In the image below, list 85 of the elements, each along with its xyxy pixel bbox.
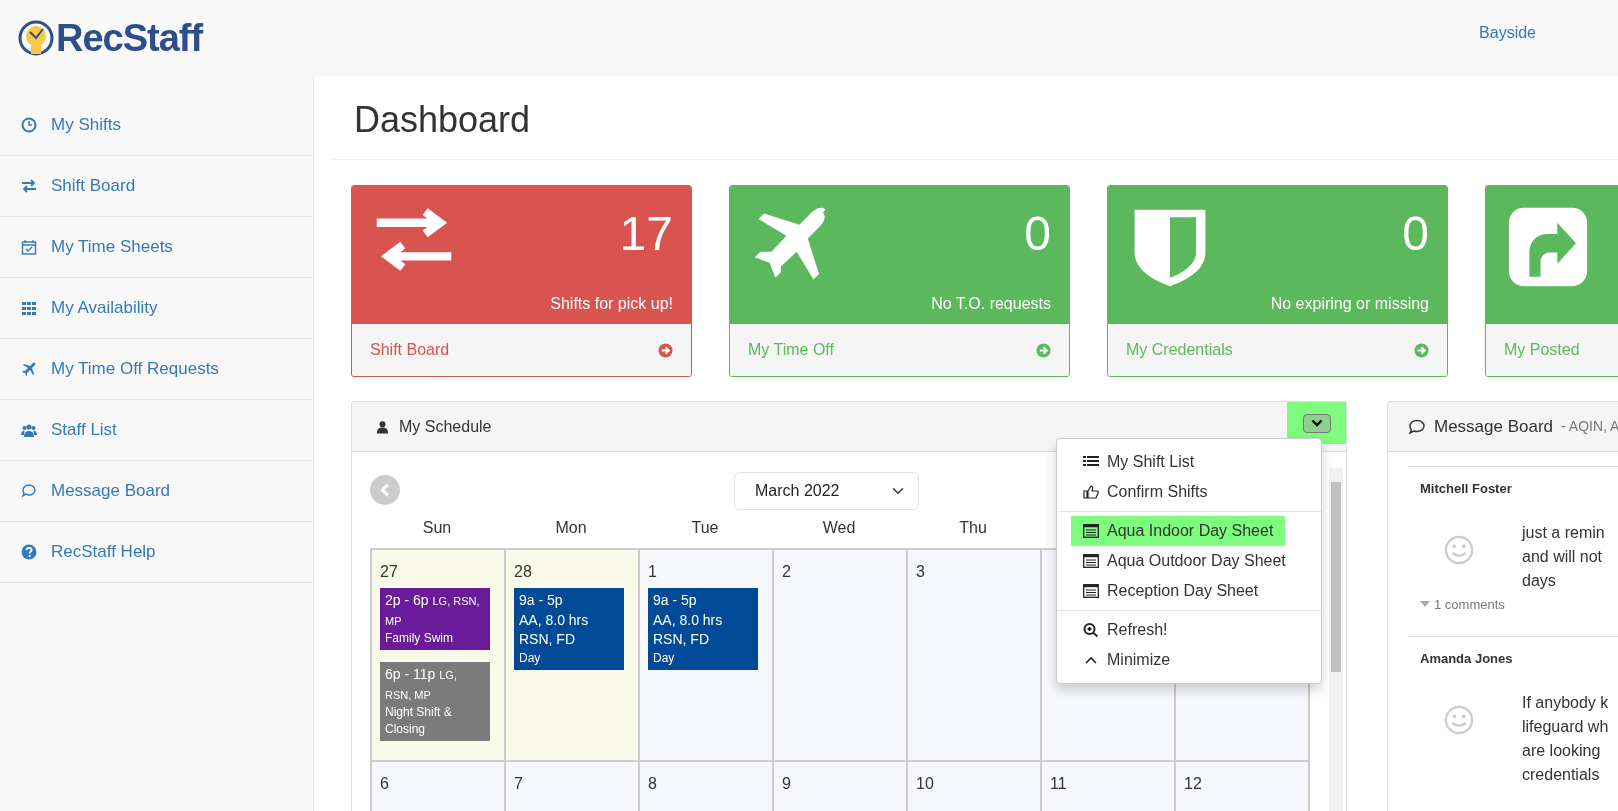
thumbs-up-icon <box>1083 485 1099 500</box>
stat-caption: No T.O. requests <box>931 294 1051 315</box>
menu-item[interactable]: My Shift List <box>1071 447 1207 478</box>
panel-title: Message Board <box>1434 415 1554 438</box>
day-number: 3 <box>916 562 925 583</box>
menu-item[interactable]: Refresh! <box>1071 615 1180 646</box>
logo-icon <box>18 20 54 56</box>
calendar-day-cell[interactable]: 8 <box>640 762 774 811</box>
arrow-circle-icon <box>658 343 673 359</box>
previous-month-button[interactable] <box>370 475 400 506</box>
shift-event[interactable]: 2p - 6p LG, RSN, MP Family Swim <box>380 588 490 651</box>
day-number: 1 <box>648 562 657 583</box>
chevron-left-icon <box>380 483 390 498</box>
smiley-avatar-icon <box>1444 704 1474 735</box>
weekday-header: Sun <box>421 518 453 539</box>
calendar-day-cell[interactable]: 28 9a - 5p AA, 8.0 hrs RSN, FD Day <box>506 550 640 763</box>
calendar-day-cell[interactable]: 3 <box>908 550 1042 763</box>
scrollbar[interactable] <box>1329 468 1343 811</box>
day-number: 10 <box>916 774 934 795</box>
stat-caption: No expiring or missing <box>1270 294 1429 315</box>
stat-count: 0 <box>1401 210 1429 259</box>
zoom-in-icon <box>1083 623 1099 638</box>
sheet-icon <box>1083 524 1099 539</box>
stat-count: 17 <box>618 210 673 259</box>
calendar-day-cell[interactable]: 2 <box>774 550 908 763</box>
sheet-icon <box>1083 584 1099 599</box>
page-title: Dashboard <box>333 98 1618 161</box>
day-number: 11 <box>1050 774 1067 795</box>
chevron-down-icon <box>1310 419 1323 428</box>
stat-count: 0 <box>1023 210 1051 259</box>
grid-icon <box>21 300 37 316</box>
shift-event[interactable]: 9a - 5p AA, 8.0 hrs RSN, FD Day <box>514 588 624 670</box>
clock-icon <box>21 117 37 133</box>
calendar-day-cell[interactable]: 11 <box>1042 762 1176 811</box>
swap-arrows-icon <box>21 178 37 194</box>
day-number: 6 <box>380 774 389 795</box>
calendar-day-cell[interactable]: 6 <box>372 762 506 811</box>
menu-item[interactable]: Confirm Shifts <box>1071 477 1220 508</box>
airplane-icon <box>21 361 37 377</box>
post-author: Mitchell Foster <box>1420 480 1513 499</box>
sheet-icon <box>1083 554 1099 569</box>
day-number: 12 <box>1184 774 1202 795</box>
day-number: 2 <box>782 562 791 583</box>
post-text: If anybody k lifeguard wh are looking credentials <box>1522 692 1609 785</box>
menu-item[interactable]: Reception Day Sheet <box>1071 576 1271 607</box>
brand-name: RecStaff <box>56 15 203 61</box>
day-number: 8 <box>648 774 657 795</box>
person-icon <box>376 419 389 434</box>
chat-bubbles-icon <box>21 483 37 499</box>
question-circle-icon <box>21 544 37 560</box>
day-number: 27 <box>380 562 398 583</box>
panel-title: My Schedule <box>399 416 492 437</box>
smiley-avatar-icon <box>1444 534 1474 565</box>
menu-toggle-button[interactable] <box>1302 413 1331 433</box>
user-menu-link[interactable]: Bayside <box>1479 21 1536 45</box>
arrow-circle-icon <box>1414 343 1429 359</box>
weekday-header: Tue <box>690 518 720 539</box>
post-author: Amanda Jones <box>1420 650 1514 669</box>
arrow-circle-icon <box>1036 343 1051 359</box>
calendar-day-cell[interactable]: 9 <box>774 762 908 811</box>
weekday-header: Thu <box>958 518 988 539</box>
weekday-header: Mon <box>554 518 588 539</box>
card-link[interactable]: Shift Board <box>352 324 691 377</box>
calendar-day-cell[interactable]: 7 <box>506 762 640 811</box>
stat-caption: Shifts for pick up! <box>550 294 673 315</box>
day-number: 9 <box>782 774 791 795</box>
calendar-day-cell[interactable]: 27 2p - 6p LG, RSN, MP Family Swim 6p - 11p LG, RSN, MP Night Shift & Closing <box>372 550 506 763</box>
speech-bubble-icon <box>1408 418 1426 435</box>
calendar-day-cell[interactable]: 10 <box>908 762 1042 811</box>
menu-item[interactable]: Aqua Outdoor Day Sheet <box>1071 546 1298 577</box>
month-select[interactable]: March 2022 <box>734 472 919 511</box>
menu-item[interactable]: Minimize <box>1071 645 1183 676</box>
caret-down-icon <box>1420 601 1430 608</box>
shift-event[interactable]: 6p - 11p LG, RSN, MP Night Shift & Closing <box>380 662 490 741</box>
post-text: just a remin and will not days <box>1522 522 1605 591</box>
menu-item[interactable]: Aqua Indoor Day Sheet <box>1071 516 1286 547</box>
calendar-day-cell[interactable]: 1 9a - 5p AA, 8.0 hrs RSN, FD Day <box>640 550 774 763</box>
shift-event[interactable]: 9a - 5p AA, 8.0 hrs RSN, FD Day <box>648 588 758 670</box>
comments-toggle[interactable]: 1 comments <box>1420 594 1618 615</box>
people-icon <box>21 422 37 438</box>
calendar-check-icon <box>21 239 37 255</box>
day-number: 7 <box>514 774 523 795</box>
weekday-header: Wed <box>821 518 857 539</box>
calendar-day-cell[interactable]: 12 <box>1176 762 1310 811</box>
day-number: 28 <box>514 562 532 583</box>
